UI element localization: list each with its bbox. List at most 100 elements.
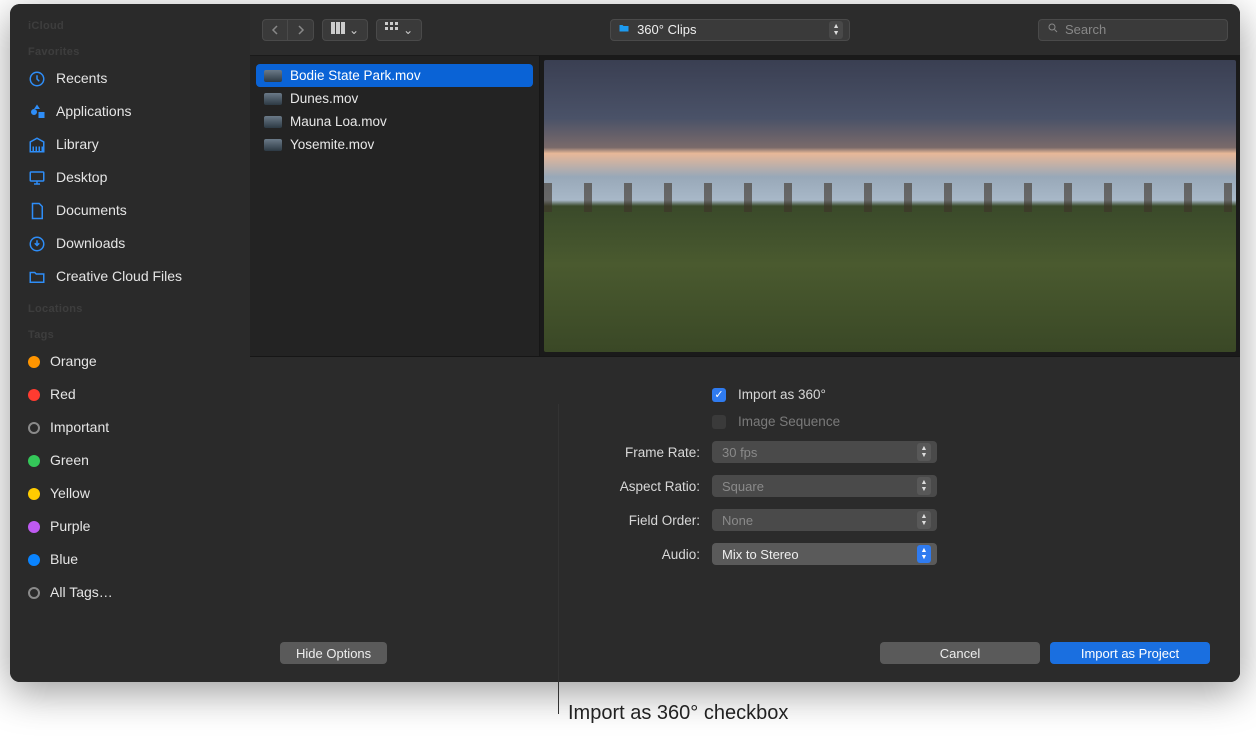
sidebar-item-desktop[interactable]: Desktop (10, 161, 250, 194)
image-sequence-label: Image Sequence (738, 414, 840, 429)
select-value: None (722, 513, 753, 528)
sidebar-tag-red[interactable]: Red (10, 378, 250, 411)
back-button[interactable] (262, 19, 288, 41)
updown-arrows-icon: ▲▼ (917, 545, 931, 563)
file-name: Dunes.mov (290, 91, 358, 106)
aspect-ratio-label: Aspect Ratio: (580, 479, 700, 494)
movie-thumb-icon (264, 116, 282, 128)
path-dropdown[interactable]: 360° Clips ▲▼ (610, 19, 850, 41)
audio-label: Audio: (580, 547, 700, 562)
sidebar-item-downloads[interactable]: Downloads (10, 227, 250, 260)
search-icon (1047, 22, 1059, 37)
chevron-down-icon: ⌄ (403, 23, 413, 37)
library-icon (28, 136, 46, 154)
chevron-down-icon: ⌄ (349, 23, 359, 37)
group-mode-button[interactable]: ⌄ (376, 19, 422, 41)
sidebar-tag-purple[interactable]: Purple (10, 510, 250, 543)
select-value: Mix to Stereo (722, 547, 799, 562)
frame-rate-label: Frame Rate: (580, 445, 700, 460)
sidebar-item-recents[interactable]: Recents (10, 62, 250, 95)
desktop-icon (28, 169, 46, 187)
sidebar-tag-important[interactable]: Important (10, 411, 250, 444)
frame-rate-select[interactable]: 30 fps ▲▼ (712, 441, 937, 463)
movie-thumb-icon (264, 70, 282, 82)
tag-dot-icon (28, 422, 40, 434)
document-icon (28, 202, 46, 220)
folder-icon (28, 268, 46, 286)
tag-label: Orange (50, 349, 97, 374)
file-item[interactable]: Bodie State Park.mov (256, 64, 533, 87)
nav-buttons (262, 19, 314, 41)
path-label: 360° Clips (637, 22, 696, 37)
apps-icon (28, 103, 46, 121)
main-panel: ⌄ ⌄ 360° Clips ▲▼ Search Bodie State Par… (250, 4, 1240, 682)
tag-label: All Tags… (50, 580, 113, 605)
tag-dot-icon (28, 356, 40, 368)
sidebar-tag-green[interactable]: Green (10, 444, 250, 477)
sidebar-item-label: Downloads (56, 231, 125, 256)
view-mode-button[interactable]: ⌄ (322, 19, 368, 41)
file-item[interactable]: Mauna Loa.mov (250, 110, 539, 133)
sidebar-item-label: Applications (56, 99, 132, 124)
tag-dot-icon (28, 554, 40, 566)
preview-pane (540, 56, 1240, 356)
tag-dot-icon (28, 521, 40, 533)
columns-icon (331, 22, 345, 37)
browser-content: Bodie State Park.mov Dunes.mov Mauna Loa… (250, 56, 1240, 356)
sidebar-item-documents[interactable]: Documents (10, 194, 250, 227)
file-item[interactable]: Dunes.mov (250, 87, 539, 110)
file-list: Bodie State Park.mov Dunes.mov Mauna Loa… (250, 56, 540, 356)
image-sequence-checkbox[interactable] (712, 415, 726, 429)
sidebar-item-library[interactable]: Library (10, 128, 250, 161)
hide-options-button[interactable]: Hide Options (280, 642, 387, 664)
toolbar: ⌄ ⌄ 360° Clips ▲▼ Search (250, 4, 1240, 56)
tag-label: Important (50, 415, 109, 440)
sidebar-section-tags: Tags (10, 319, 250, 345)
tag-label: Yellow (50, 481, 90, 506)
sidebar-tag-yellow[interactable]: Yellow (10, 477, 250, 510)
updown-arrows-icon: ▲▼ (917, 511, 931, 529)
forward-button[interactable] (288, 19, 314, 41)
sidebar-item-applications[interactable]: Applications (10, 95, 250, 128)
file-item[interactable]: Yosemite.mov (250, 133, 539, 156)
sidebar-item-label: Library (56, 132, 99, 157)
sidebar-tag-orange[interactable]: Orange (10, 345, 250, 378)
import-dialog-window: iCloud Favorites Recents Applications Li… (10, 4, 1240, 682)
sidebar-section-locations: Locations (10, 293, 250, 319)
sidebar-item-label: Recents (56, 66, 107, 91)
tag-label: Blue (50, 547, 78, 572)
grid-icon (385, 22, 399, 37)
tag-label: Green (50, 448, 89, 473)
select-value: Square (722, 479, 764, 494)
file-name: Bodie State Park.mov (290, 68, 421, 83)
import-360-checkbox[interactable]: ✓ (712, 388, 726, 402)
updown-arrows-icon: ▲▼ (917, 477, 931, 495)
updown-arrows-icon: ▲▼ (829, 21, 843, 39)
import-options-panel: . ✓ Import as 360° . Image Sequence Fram… (250, 356, 1240, 682)
file-name: Yosemite.mov (290, 137, 374, 152)
audio-select[interactable]: Mix to Stereo ▲▼ (712, 543, 937, 565)
field-order-select[interactable]: None ▲▼ (712, 509, 937, 531)
select-value: 30 fps (722, 445, 757, 460)
clock-icon (28, 70, 46, 88)
aspect-ratio-select[interactable]: Square ▲▼ (712, 475, 937, 497)
sidebar-all-tags[interactable]: All Tags… (10, 576, 250, 609)
tag-dot-icon (28, 389, 40, 401)
import-button[interactable]: Import as Project (1050, 642, 1210, 664)
sidebar-item-label: Desktop (56, 165, 107, 190)
download-icon (28, 235, 46, 253)
file-name: Mauna Loa.mov (290, 114, 387, 129)
preview-image (544, 60, 1236, 352)
import-360-label: Import as 360° (738, 387, 826, 402)
cancel-button[interactable]: Cancel (880, 642, 1040, 664)
search-input[interactable]: Search (1038, 19, 1228, 41)
tag-dot-icon (28, 488, 40, 500)
movie-thumb-icon (264, 139, 282, 151)
folder-icon (617, 22, 631, 37)
sidebar-item-creative-cloud[interactable]: Creative Cloud Files (10, 260, 250, 293)
sidebar-item-label: Creative Cloud Files (56, 264, 182, 289)
tag-dot-icon (28, 455, 40, 467)
callout-label: Import as 360° checkbox (568, 702, 788, 725)
sidebar-tag-blue[interactable]: Blue (10, 543, 250, 576)
movie-thumb-icon (264, 93, 282, 105)
